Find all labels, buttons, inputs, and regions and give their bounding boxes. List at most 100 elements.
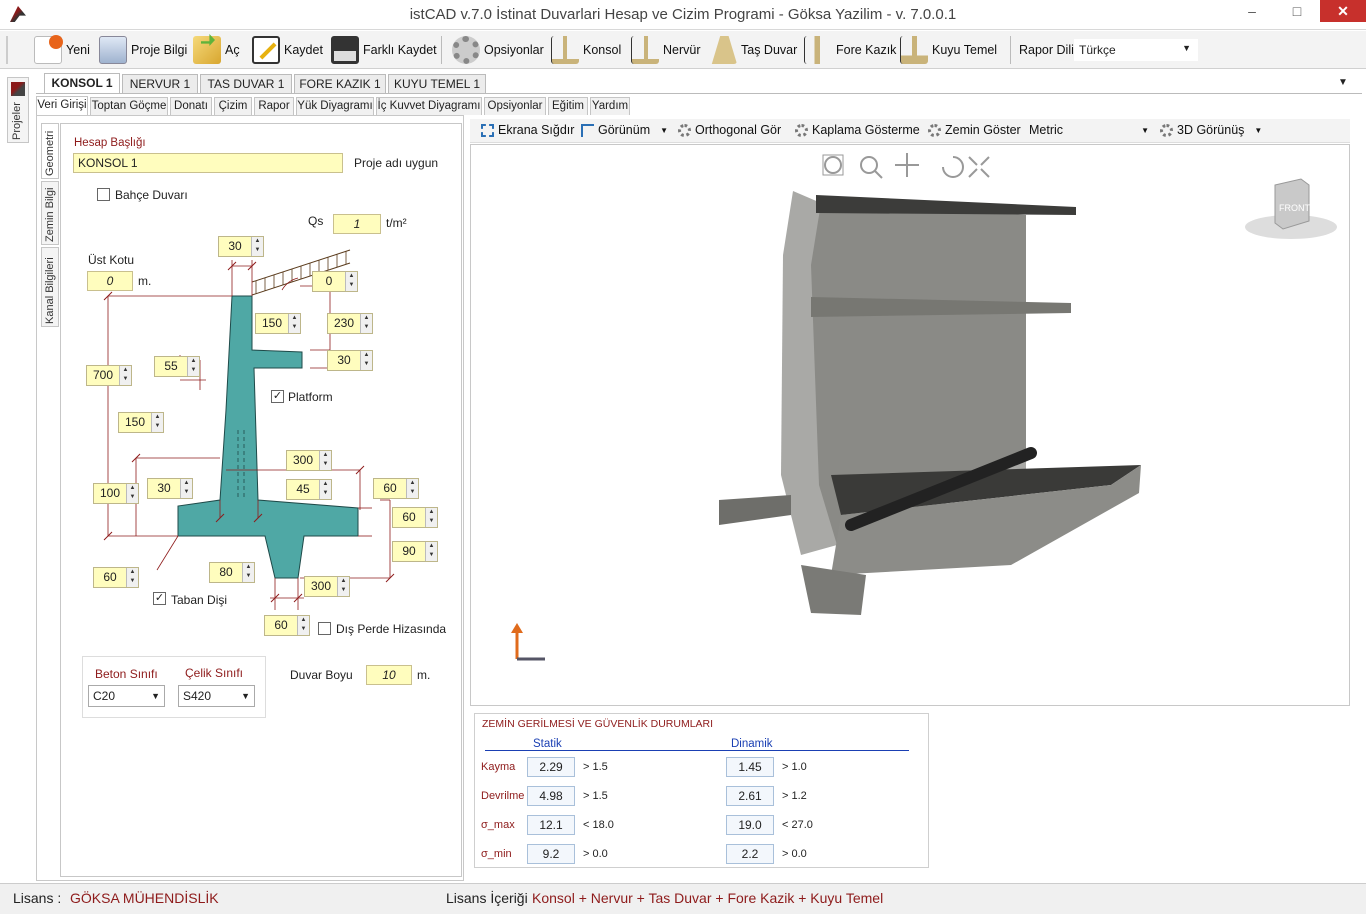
spin-30-c[interactable]: 30 ▲ ▼ (147, 478, 193, 499)
save-as-button[interactable]: Farklı Kaydet (331, 34, 437, 66)
tas-duvar-button[interactable]: Taş Duvar (709, 34, 797, 66)
save-button[interactable]: Kaydet (252, 34, 323, 66)
spin-45[interactable]: 45 ▲ ▼ (286, 479, 332, 500)
platform-checkbox[interactable]: ✓ (271, 390, 284, 403)
subtab-egitim[interactable]: Eğitim (548, 97, 588, 115)
spin-arrows-icon[interactable]: ▲ ▼ (345, 272, 357, 291)
3d-view-dropdown[interactable]: 3D Görünüş ▼ (1160, 123, 1262, 137)
texture-toggle-button[interactable]: Kaplama Gösterme (795, 123, 920, 137)
doc-tab-konsol[interactable]: KONSOL 1 (44, 73, 120, 94)
tab-divider (36, 93, 1362, 94)
spin-55[interactable]: 55 ▲ ▼ (154, 356, 200, 377)
spin-arrows-icon[interactable]: ▲ ▼ (425, 542, 437, 561)
view-cube[interactable]: FRONT (1245, 178, 1337, 239)
celik-sinifi-select[interactable]: S420 ▼ (178, 685, 255, 707)
project-info-button[interactable]: Proje Bilgi (99, 34, 187, 66)
subtab-veri-girisi[interactable]: Veri Girişi (36, 96, 88, 116)
duvar-boyu-input[interactable]: 10 (366, 665, 412, 685)
spin-arrows-icon[interactable]: ▲ ▼ (319, 480, 331, 499)
toe-slab (719, 495, 791, 525)
license-holder: GÖKSA MÜHENDİSLİK (70, 890, 219, 906)
spin-700[interactable]: 700 ▲ ▼ (86, 365, 132, 386)
spin-230[interactable]: 230 ▲ ▼ (327, 313, 373, 334)
fore-kazik-button[interactable]: Fore Kazık (804, 34, 896, 66)
subtab-cizim[interactable]: Çizim (214, 97, 252, 115)
konsol-button[interactable]: Konsol (551, 34, 621, 66)
report-language-select[interactable]: Türkçe ▼ (1074, 39, 1198, 61)
subtab-ic-kuvvet[interactable]: İç Kuvvet Diyagramı (376, 97, 482, 115)
spin-150-a[interactable]: 150 ▲ ▼ (255, 313, 301, 334)
spin-arrows-icon[interactable]: ▲ ▼ (406, 479, 418, 498)
proje-adi-uygun-label: Proje adı uygun (354, 156, 439, 170)
toolbar-separator (1010, 36, 1011, 64)
spin-300-b[interactable]: 300 ▲ ▼ (304, 576, 350, 597)
spin-60-b[interactable]: 60 ▲ ▼ (392, 507, 438, 528)
subtab-toptan-gocme[interactable]: Toptan Göçme (90, 97, 168, 115)
beton-sinifi-select[interactable]: C20 ▼ (88, 685, 165, 707)
fit-screen-button[interactable]: Ekrana Sığdır (481, 123, 574, 137)
spin-arrows-icon[interactable]: ▲ ▼ (126, 484, 138, 503)
vtab-geometri[interactable]: Geometri (41, 123, 59, 179)
duvar-boyu-unit: m. (417, 668, 431, 682)
show-soil-button[interactable]: Zemin Göster (928, 123, 1021, 137)
3d-wall-model[interactable]: FRONT (471, 145, 1351, 707)
open-button[interactable]: Aç (193, 34, 240, 66)
spin-arrows-icon[interactable]: ▲ ▼ (119, 366, 131, 385)
dis-perde-checkbox[interactable] (318, 622, 331, 635)
row-label: Devrilme (481, 790, 525, 802)
spin-90[interactable]: 90 ▲ ▼ (392, 541, 438, 562)
spin-60-c[interactable]: 60 ▲ ▼ (93, 567, 139, 588)
view-dropdown[interactable]: Görünüm ▼ (581, 123, 668, 137)
subtab-opsiyonlar[interactable]: Opsiyonlar (484, 97, 546, 115)
new-button[interactable]: Yeni (34, 34, 90, 66)
chevron-down-icon: ▼ (660, 125, 669, 135)
spin-arrows-icon[interactable]: ▲ ▼ (126, 568, 138, 587)
spin-arrows-icon[interactable]: ▲ ▼ (337, 577, 349, 596)
orthogonal-button[interactable]: Orthogonal Gör (678, 123, 781, 137)
close-button[interactable]: ✕ (1320, 0, 1366, 22)
tabs-dropdown-icon[interactable]: ▼ (1338, 77, 1348, 88)
spin-30-a[interactable]: 30 ▲ ▼ (218, 236, 264, 257)
spin-0[interactable]: 0 ▲ ▼ (312, 271, 358, 292)
vtab-zemin-bilgi[interactable]: Zemin Bilgi (41, 181, 59, 245)
spin-60-d[interactable]: 60 ▲ ▼ (264, 615, 310, 636)
minimize-button[interactable]: – (1230, 0, 1274, 22)
nervur-button[interactable]: Nervür (631, 34, 701, 66)
taban-disi-checkbox[interactable]: ✓ (153, 592, 166, 605)
spin-arrows-icon[interactable]: ▲ ▼ (180, 479, 192, 498)
spin-300-a[interactable]: 300 ▲ ▼ (286, 450, 332, 471)
spin-80[interactable]: 80 ▲ ▼ (209, 562, 255, 583)
subtab-rapor[interactable]: Rapor (254, 97, 294, 115)
subtab-donati[interactable]: Donatı (170, 97, 212, 115)
spin-arrows-icon[interactable]: ▲ ▼ (251, 237, 263, 256)
spin-arrows-icon[interactable]: ▲ ▼ (425, 508, 437, 527)
spin-30-b[interactable]: 30 ▲ ▼ (327, 350, 373, 371)
hesap-basligi-input[interactable]: KONSOL 1 (73, 153, 343, 173)
subtab-yuk-diyagrami[interactable]: Yük Diyagramı (296, 97, 374, 115)
spin-arrows-icon[interactable]: ▲ ▼ (319, 451, 331, 470)
spin-100[interactable]: 100 ▲ ▼ (93, 483, 139, 504)
spin-60-a[interactable]: 60 ▲ ▼ (373, 478, 419, 499)
window-title: istCAD v.7.0 İstinat Duvarlari Hesap ve … (409, 6, 957, 23)
spin-arrows-icon[interactable]: ▲ ▼ (360, 351, 372, 370)
kuyu-temel-button[interactable]: Kuyu Temel (900, 34, 997, 66)
vtab-kanal-bilgileri[interactable]: Kanal Bilgileri (41, 247, 59, 327)
doc-tab-nervur[interactable]: NERVUR 1 (122, 74, 198, 93)
doc-tab-kuyu-temel[interactable]: KUYU TEMEL 1 (388, 74, 486, 93)
subtab-yardim[interactable]: Yardım (590, 97, 630, 115)
doc-tab-tas-duvar[interactable]: TAS DUVAR 1 (200, 74, 292, 93)
spin-arrows-icon[interactable]: ▲ ▼ (151, 413, 163, 432)
options-button[interactable]: Opsiyonlar (452, 34, 544, 66)
projects-side-tab[interactable]: Projeler (7, 77, 29, 143)
maximize-button[interactable]: □ (1274, 0, 1320, 22)
spin-arrows-icon[interactable]: ▲ ▼ (187, 357, 199, 376)
spin-arrows-icon[interactable]: ▲ ▼ (297, 616, 309, 635)
units-select[interactable]: Metric ▼ (1029, 123, 1149, 137)
gear-icon (1160, 123, 1173, 137)
spin-arrows-icon[interactable]: ▲ ▼ (242, 563, 254, 582)
spin-150-b[interactable]: 150 ▲ ▼ (118, 412, 164, 433)
doc-tab-fore-kazik[interactable]: FORE KAZIK 1 (294, 74, 386, 93)
spin-arrows-icon[interactable]: ▲ ▼ (360, 314, 372, 333)
spin-arrows-icon[interactable]: ▲ ▼ (288, 314, 300, 333)
3d-viewport[interactable]: FRONT (470, 144, 1350, 706)
